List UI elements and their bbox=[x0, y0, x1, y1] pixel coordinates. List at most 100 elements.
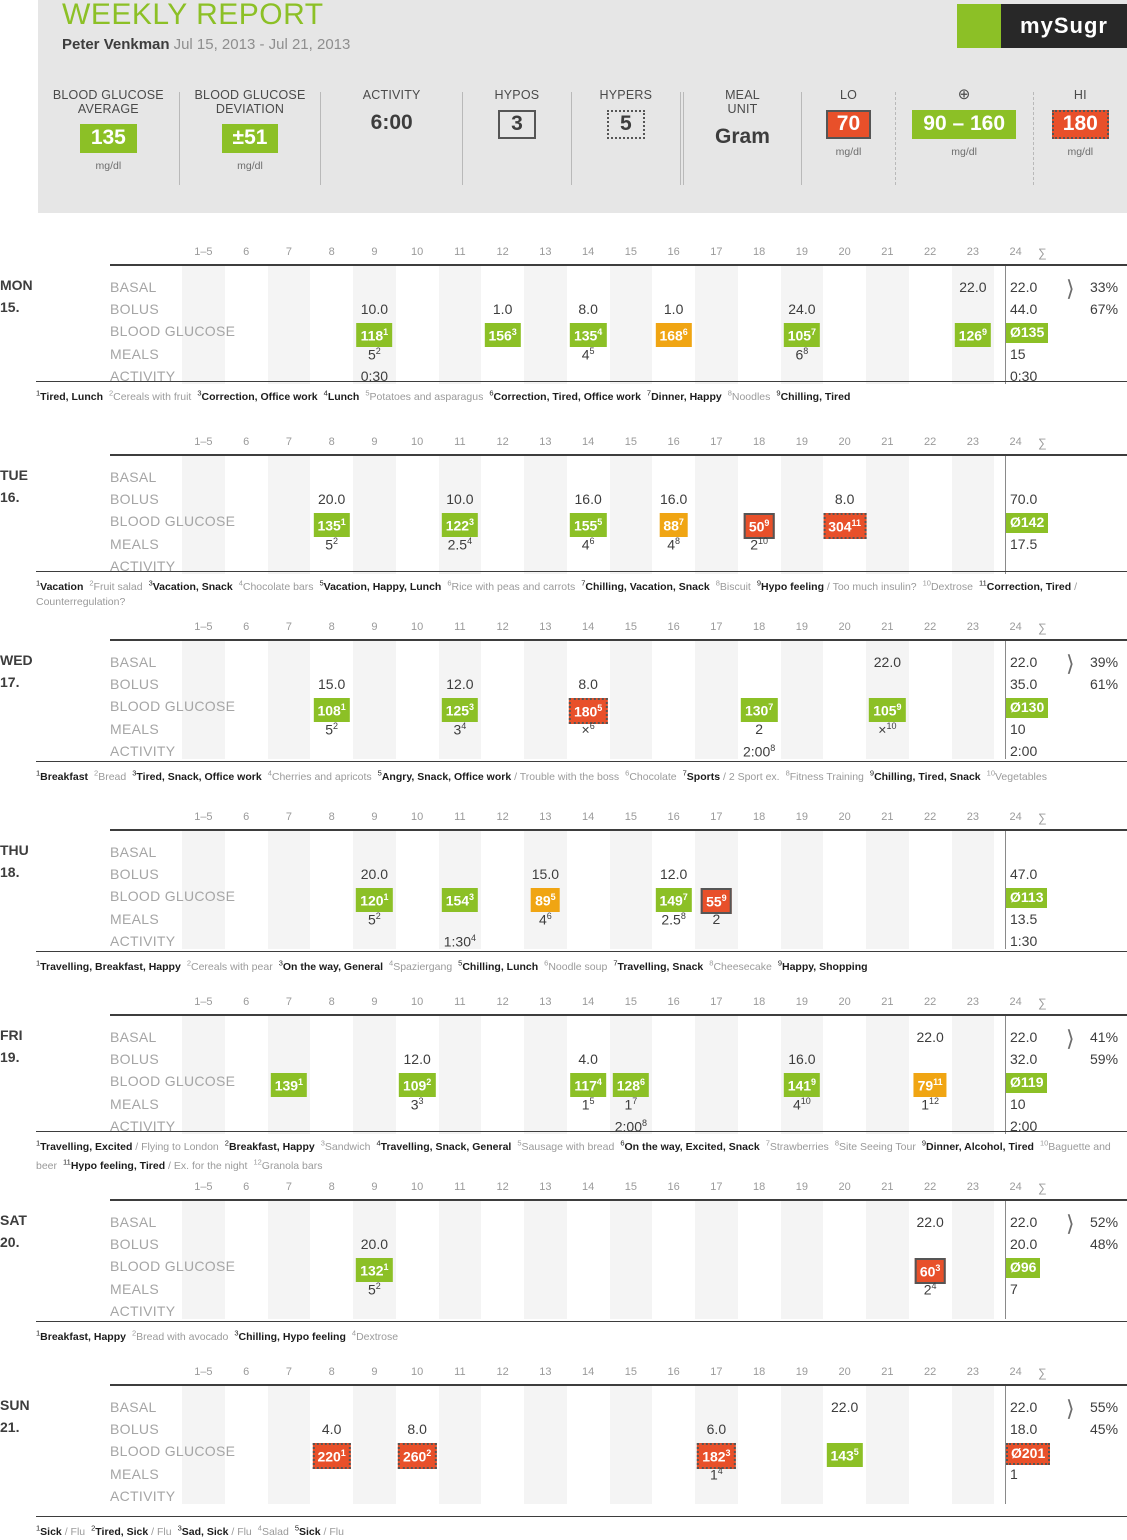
hour-tick: 8 bbox=[328, 996, 335, 1008]
hour-band bbox=[353, 456, 396, 574]
row-label-meals: MEALS bbox=[110, 1466, 159, 1482]
note-entry: 3Vacation, Snack bbox=[148, 578, 233, 593]
glucose-value: 1686 bbox=[655, 323, 692, 347]
hour-tick: 20 bbox=[838, 621, 851, 633]
mysugr-logo: my Sugr bbox=[957, 4, 1127, 48]
sum-meals: 7 bbox=[1010, 1281, 1018, 1297]
note-entry: 10Dextrose bbox=[922, 578, 973, 593]
note-entry: 4Spaziergang bbox=[389, 958, 453, 973]
hour-tick: 1–5 bbox=[194, 1366, 213, 1378]
meals-value: 52 bbox=[325, 536, 339, 553]
day-number: 17. bbox=[0, 674, 20, 690]
hour-tick: 10 bbox=[411, 811, 424, 823]
hour-tick: 14 bbox=[582, 1366, 595, 1378]
hour-tick: 17 bbox=[710, 1366, 723, 1378]
sum-blood-glucose: Ø135 bbox=[1006, 323, 1049, 343]
meals-value: 34 bbox=[453, 721, 467, 738]
basal-value: 22.0 bbox=[959, 279, 987, 295]
glucose-value: 603 bbox=[914, 1258, 946, 1284]
hour-tick: 7 bbox=[285, 436, 292, 448]
hour-bands bbox=[182, 266, 1037, 384]
hour-tick: 7 bbox=[285, 1366, 292, 1378]
row-label-basal: BASAL bbox=[110, 1214, 157, 1230]
row-label-blood-glucose: BLOOD GLUCOSE bbox=[110, 513, 236, 529]
day-number: 20. bbox=[0, 1234, 20, 1250]
hour-tick: 20 bbox=[838, 996, 851, 1008]
hour-tick: 22 bbox=[924, 621, 937, 633]
hour-bands bbox=[182, 831, 1037, 949]
glucose-value: 1059 bbox=[869, 698, 906, 722]
row-label-meals: MEALS bbox=[110, 721, 159, 737]
note-entry: 4Chocolate bars bbox=[238, 578, 314, 593]
stat-caption: HYPERS bbox=[599, 88, 653, 102]
glucose-value: 887 bbox=[659, 513, 688, 537]
hour-tick: 19 bbox=[795, 1181, 808, 1193]
hour-tick: 19 bbox=[795, 1366, 808, 1378]
stat-meal-unit: MEAL UNIT Gram bbox=[684, 86, 802, 191]
note-entry: 6Chocolate bbox=[625, 768, 677, 783]
hour-axis: 1–5 6 7 8 9 10 11 12 13 14 15 16 17 18 19 20 21 22 23 24 bbox=[182, 246, 1037, 262]
meals-value: ×6 bbox=[581, 721, 595, 738]
row-label-meals: MEALS bbox=[110, 911, 159, 927]
row-label-basal: BASAL bbox=[110, 654, 157, 670]
note-entry: 5Potatoes and asparagus bbox=[365, 388, 484, 403]
bolus-value: 12.0 bbox=[660, 866, 688, 882]
hour-band bbox=[866, 266, 909, 384]
hour-band bbox=[609, 1386, 653, 1504]
hour-tick: 6 bbox=[243, 621, 250, 633]
stat-caption: LO bbox=[839, 88, 858, 102]
hour-tick: 12 bbox=[496, 246, 509, 258]
day-number: 18. bbox=[0, 864, 20, 880]
hour-tick: 21 bbox=[881, 621, 894, 633]
bolus-value: 16.0 bbox=[574, 491, 602, 507]
hour-tick: 21 bbox=[881, 811, 894, 823]
hour-tick: 13 bbox=[539, 621, 552, 633]
hour-tick: 13 bbox=[539, 996, 552, 1008]
hour-tick: 11 bbox=[454, 1181, 466, 1193]
hour-band bbox=[866, 1201, 909, 1319]
row-label-bolus: BOLUS bbox=[110, 1236, 159, 1252]
basal-value: 22.0 bbox=[916, 1214, 944, 1230]
sum-bolus: 35.0 bbox=[1010, 676, 1038, 692]
glucose-value: 1253 bbox=[441, 698, 479, 722]
glucose-value: 1269 bbox=[954, 323, 992, 347]
note-entry: 4Salad bbox=[257, 1523, 289, 1538]
day-number: 19. bbox=[0, 1049, 20, 1065]
sum-meals: 13.5 bbox=[1010, 911, 1038, 927]
hour-tick: 16 bbox=[667, 246, 680, 258]
meals-value: 2.58 bbox=[661, 911, 686, 928]
day-number: 16. bbox=[0, 489, 20, 505]
bolus-value: 20.0 bbox=[318, 491, 346, 507]
stat-value: 5 bbox=[606, 110, 645, 139]
bolus-value: 16.0 bbox=[660, 491, 688, 507]
hour-bands bbox=[182, 1201, 1037, 1319]
day-block: 1–5 6 7 8 9 10 11 12 13 14 15 16 17 18 19 20 21 22 23 24 ∑ BA… bbox=[0, 1181, 1127, 1331]
logo-sugr: Sugr bbox=[1053, 13, 1108, 38]
meals-value: 410 bbox=[792, 1096, 811, 1113]
row-label-activity: ACTIVITY bbox=[110, 1303, 176, 1319]
hour-band bbox=[524, 641, 567, 759]
glucose-value: 1391 bbox=[270, 1073, 308, 1097]
hour-tick: 24 bbox=[1009, 1181, 1022, 1193]
glucose-value: 1419 bbox=[783, 1073, 821, 1097]
stat-caption: ACTIVITY bbox=[362, 88, 421, 102]
note-entry: 8Biscuit bbox=[715, 578, 751, 593]
hour-tick: 23 bbox=[966, 996, 979, 1008]
hour-band bbox=[695, 266, 738, 384]
hour-tick: 16 bbox=[667, 1181, 680, 1193]
day-block: 1–5 6 7 8 9 10 11 12 13 14 15 16 17 18 19 20 21 22 23 24 ∑ BA… bbox=[0, 811, 1127, 961]
hour-tick: 15 bbox=[624, 246, 637, 258]
sum-column-header: ∑ bbox=[1038, 1181, 1047, 1195]
hour-tick: 22 bbox=[924, 1366, 937, 1378]
bolus-value: 8.0 bbox=[578, 301, 598, 317]
sum-column-header: ∑ bbox=[1038, 246, 1047, 260]
note-entry: 10Vegetables bbox=[986, 768, 1047, 783]
glucose-value: 1201 bbox=[356, 888, 393, 912]
stat-hypers: HYPERS 5 bbox=[572, 86, 680, 191]
hour-tick: 18 bbox=[753, 811, 766, 823]
row-label-blood-glucose: BLOOD GLUCOSE bbox=[110, 888, 236, 904]
bolus-value: 8.0 bbox=[834, 491, 855, 507]
day-code: FRI bbox=[0, 1027, 23, 1043]
meals-value: 46 bbox=[581, 536, 595, 553]
hour-tick: 13 bbox=[539, 1181, 552, 1193]
